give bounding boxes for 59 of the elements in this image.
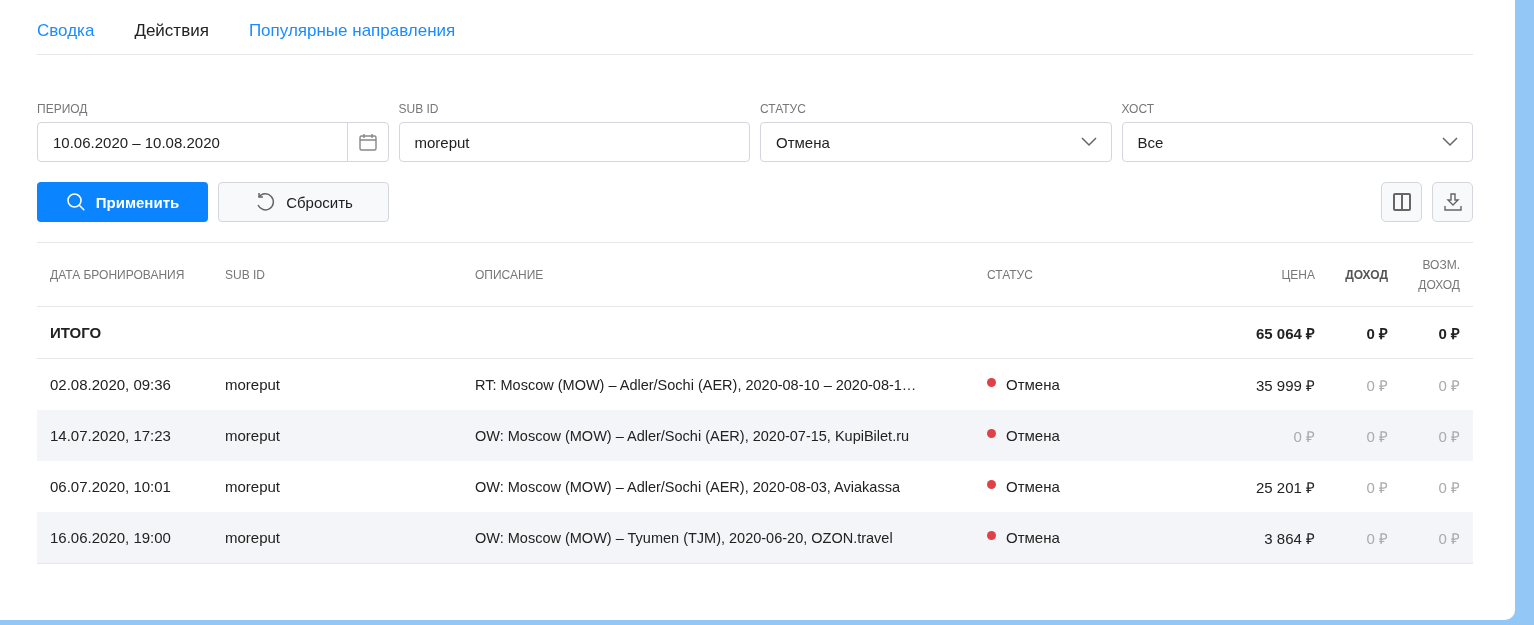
amount-cell-text: 0 ₽ [1292, 426, 1316, 446]
columns-button[interactable] [1381, 182, 1422, 222]
amount-cell-text: 0 ₽ [1437, 477, 1461, 497]
amount-cell-text: 0 ₽ [1365, 426, 1389, 446]
column-header: ОПИСАНИЕ [474, 267, 545, 282]
status-label: Отмена [1006, 529, 1060, 546]
field-label: ХОСТ [1121, 102, 1155, 116]
description-cell-text: RT: Moscow (MOW) – Adler/Sochi (AER), 2020-08-10 – 2020-08-1… [474, 376, 918, 393]
amount-cell-text: 0 ₽ [1437, 528, 1461, 548]
apply-button[interactable]: Применить [37, 182, 208, 222]
column-header: ДОХОД [1344, 266, 1389, 284]
description-cell-text: OW: Moscow (MOW) – Adler/Sochi (AER), 2020-07-15, KupiBilet.ru [474, 427, 911, 444]
description-cell-text: OW: Moscow (MOW) – Adler/Sochi (AER), 2020-08-03, Aviakassa [474, 478, 901, 495]
column-header: ВОЗМ. ДОХОД [1417, 256, 1461, 294]
column-header: SUB ID [224, 267, 266, 282]
description-cell-text: OW: Moscow (MOW) – Tyumen (TJM), 2020-06-20, OZON.travel [474, 529, 894, 546]
amount-cell-text: 0 ₽ [1365, 477, 1389, 497]
total-amount: 0 ₽ [1365, 323, 1389, 343]
total-label: ИТОГО [49, 324, 103, 341]
amount-cell-text: 25 201 ₽ [1254, 477, 1316, 497]
column-header: ДАТА БРОНИРОВАНИЯ [49, 267, 186, 282]
undo-icon [254, 191, 277, 213]
status-label: Отмена [1006, 376, 1060, 393]
field-label: SUB ID [398, 102, 439, 116]
total-amount: 0 ₽ [1437, 323, 1461, 343]
sub-id-cell-text: moreput [224, 529, 282, 546]
sub-id-cell-text: moreput [224, 376, 282, 393]
status-label: Отмена [1006, 427, 1060, 444]
input-field[interactable]: moreput [398, 122, 750, 162]
date-cell-text: 16.06.2020, 19:00 [49, 529, 172, 546]
status-label: Отмена [1006, 478, 1060, 495]
amount-cell-text: 0 ₽ [1365, 375, 1389, 395]
columns-icon [1391, 192, 1412, 212]
search-icon [65, 192, 86, 212]
amount-cell-text: 3 864 ₽ [1263, 528, 1316, 548]
date-range-field[interactable]: 10.06.2020 – 10.08.2020 [37, 122, 389, 162]
field-label: ПЕРИОД [37, 102, 88, 116]
amount-cell-text: 35 999 ₽ [1254, 375, 1316, 395]
column-header: ЦЕНА [1280, 266, 1316, 284]
amount-cell-text: 0 ₽ [1437, 426, 1461, 446]
date-cell-text: 02.08.2020, 09:36 [49, 376, 172, 393]
date-cell-text: 06.07.2020, 10:01 [49, 478, 172, 495]
tab[interactable]: Действия [134, 20, 209, 41]
sub-id-cell-text: moreput [224, 427, 282, 444]
calendar-icon[interactable] [357, 132, 378, 152]
total-amount: 65 064 ₽ [1254, 323, 1316, 343]
dropdown[interactable]: Отмена [760, 122, 1112, 162]
reset-button[interactable]: Сбросить [218, 182, 389, 222]
dropdown[interactable]: Все [1121, 122, 1473, 162]
column-header: СТАТУС [986, 267, 1034, 282]
amount-cell-text: 0 ₽ [1365, 528, 1389, 548]
field-label: СТАТУС [760, 102, 806, 116]
sub-id-cell-text: moreput [224, 478, 282, 495]
download-button[interactable] [1432, 182, 1473, 222]
download-icon [1442, 192, 1463, 212]
chevron-down-icon [1080, 137, 1097, 147]
amount-cell-text: 0 ₽ [1437, 375, 1461, 395]
chevron-down-icon [1442, 137, 1458, 147]
date-cell-text: 14.07.2020, 17:23 [49, 427, 172, 444]
